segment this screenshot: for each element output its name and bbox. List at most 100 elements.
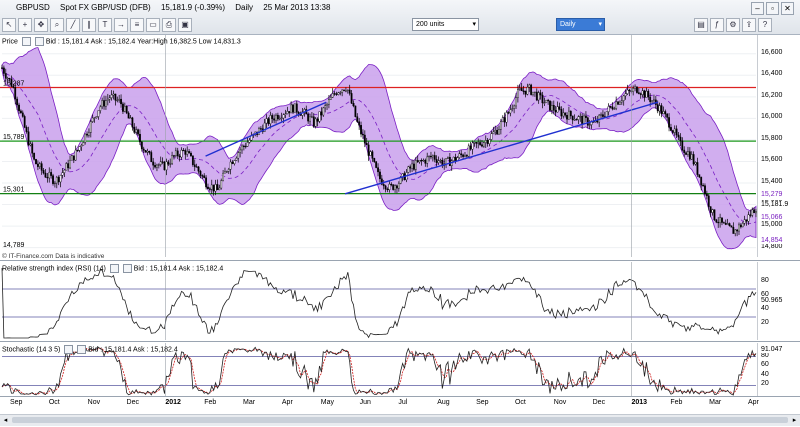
close-icon[interactable]: ✕	[781, 2, 794, 15]
datetime-label: 25 Mar 2013 13:38	[263, 3, 331, 12]
candle	[23, 114, 26, 129]
scroll-right-icon[interactable]: ▸	[790, 416, 799, 425]
candle	[318, 111, 321, 124]
scroll-left-icon[interactable]: ◂	[1, 416, 10, 425]
chevron-down-icon: ▾	[472, 21, 476, 28]
level-label: 14,789	[3, 242, 25, 249]
scroll-thumb[interactable]	[12, 417, 788, 423]
panel-close-icon[interactable]	[34, 37, 44, 46]
quote-label: 15,181.9 (-0.39%)	[160, 3, 225, 12]
period-value: Daily	[560, 21, 576, 28]
candle	[713, 209, 716, 221]
price-tick: 15,000	[761, 221, 783, 229]
help-icon[interactable]: ?	[758, 18, 772, 32]
time-axis-label: Aug	[437, 399, 450, 406]
price-panel-label: Price Bid : 15,181.4 Ask : 15,182.4 Year…	[2, 37, 241, 46]
time-axis-label: Dec	[592, 399, 606, 406]
panel-settings-icon[interactable]	[109, 264, 119, 273]
rsi-tick: 40	[761, 305, 769, 312]
panel-settings-icon[interactable]	[64, 345, 74, 354]
candle	[292, 103, 294, 114]
rsi-tick: 20	[761, 319, 769, 326]
fib-icon[interactable]: ≡	[130, 18, 144, 32]
cursor-icon[interactable]: ↖	[2, 18, 16, 32]
rsi-chart[interactable]	[0, 262, 800, 340]
panel-settings-icon[interactable]	[21, 37, 31, 46]
panel-close-icon[interactable]	[122, 264, 132, 273]
chart-title: GBPUSD Spot FX GBP/USD (DFB) 15,181.9 (-…	[16, 3, 338, 12]
candle	[354, 105, 357, 118]
panel-divider[interactable]	[0, 260, 800, 261]
horizontal-scrollbar[interactable]: ◂ ▸	[0, 414, 800, 426]
panel-close-icon[interactable]	[77, 345, 87, 354]
period-select[interactable]: Daily ▾	[556, 18, 605, 31]
rsi-info: Bid : 15,181.4 Ask : 15,182.4	[133, 265, 224, 273]
price-badge: 14,854	[759, 236, 785, 244]
candle	[74, 145, 77, 161]
candle	[636, 86, 638, 94]
crosshair-icon[interactable]: +	[18, 18, 32, 32]
export-icon[interactable]: ⇪	[742, 18, 756, 32]
price-badge: 15,066	[759, 213, 785, 221]
price-badge: 15,181.9	[759, 201, 791, 209]
rect-icon[interactable]: ▭	[146, 18, 160, 32]
candle	[71, 154, 73, 161]
chevron-down-icon: ▾	[598, 21, 602, 28]
save-icon[interactable]: ▣	[178, 18, 192, 32]
candle	[131, 116, 134, 131]
rsi-axis: 80 60 40 20 50.965	[757, 262, 800, 340]
price-axis: 16,600 16,400 16,200 16,000 15,800 15,600 15,4…	[757, 35, 800, 257]
right-tool-icons: ▤ ƒ ⚙ ⇪ ?	[694, 18, 772, 32]
time-axis-label: Jun	[359, 399, 371, 406]
tool-icons: ↖ + ✥ ⌕ ╱ ∥ T → ≡ ▭ ⎙ ▣	[2, 18, 192, 32]
candle	[375, 161, 378, 169]
level-label: 15,789	[3, 134, 25, 141]
stoch-title: Stochastic (14 3 5)	[2, 346, 61, 354]
price-chart[interactable]: 16,28715,78915,30114,789	[0, 35, 800, 257]
chart-type-icon[interactable]: ▤	[694, 18, 708, 32]
price-tick: 15,800	[761, 134, 783, 142]
units-select[interactable]: 200 units ▾	[412, 18, 479, 31]
rsi-title: Relative strength index (RSI) (14)	[2, 265, 106, 273]
time-axis-label: Nov	[553, 399, 567, 406]
stoch-current: 91.047	[759, 346, 785, 354]
panel-divider[interactable]	[0, 341, 800, 342]
print-icon[interactable]: ⎙	[162, 18, 176, 32]
line-icon[interactable]: ╱	[66, 18, 80, 32]
rsi-tick: 80	[761, 277, 769, 284]
price-tick: 16,400	[761, 70, 783, 78]
time-axis-label: Sep	[476, 399, 489, 406]
time-axis-label: Dec	[126, 399, 139, 406]
candle	[467, 143, 470, 158]
candle	[407, 165, 410, 174]
arrow-icon[interactable]: →	[114, 18, 128, 32]
time-axis-label: May	[320, 399, 334, 406]
text-icon[interactable]: T	[98, 18, 112, 32]
price-tick: 16,200	[761, 91, 783, 99]
minimize-icon[interactable]: –	[751, 2, 764, 15]
time-axis-label: Apr	[748, 399, 759, 406]
time-axis-label: 2013	[631, 399, 648, 406]
stoch-axis: 80 60 40 20 91.047	[757, 343, 800, 397]
channel-icon[interactable]: ∥	[82, 18, 96, 32]
watermark: © IT-Finance.com Data is indicative	[2, 253, 105, 260]
time-axis-label: 2012	[165, 399, 181, 406]
bollinger-band	[1, 47, 757, 250]
zoom-icon[interactable]: ⌕	[50, 18, 64, 32]
stoch-info: Bid : 15,181.4 Ask : 15,182.4	[88, 346, 178, 354]
price-tick: 16,600	[761, 48, 783, 56]
timeframe-label: Daily	[235, 3, 254, 12]
restore-icon[interactable]: ▫	[766, 2, 779, 15]
tool-row: ↖ + ✥ ⌕ ╱ ∥ T → ≡ ▭ ⎙ ▣ 200 units ▾ Dail…	[0, 17, 800, 33]
stoch-d-line	[1, 347, 757, 395]
candle	[35, 158, 37, 165]
pan-icon[interactable]: ✥	[34, 18, 48, 32]
price-tick: 15,600	[761, 156, 783, 164]
indicator-icon[interactable]: ƒ	[710, 18, 724, 32]
candle	[125, 105, 128, 115]
price-tick: 15,400	[761, 178, 783, 185]
time-axis-label: Oct	[48, 399, 60, 406]
settings-icon[interactable]: ⚙	[726, 18, 740, 32]
price-badge: 15,279	[759, 191, 785, 199]
time-axis-label: Mar	[709, 399, 722, 406]
